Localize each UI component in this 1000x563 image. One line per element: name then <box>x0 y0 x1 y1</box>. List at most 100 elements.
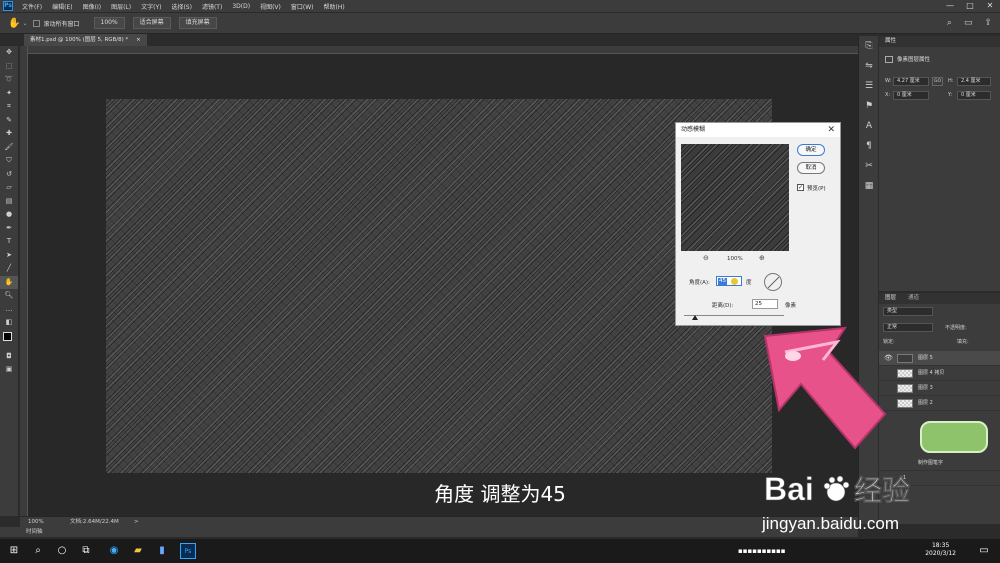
eraser-tool-icon[interactable]: ▱ <box>0 181 18 195</box>
layer-filter-select[interactable]: 类型 <box>883 307 933 316</box>
menu-type[interactable]: 文字(Y) <box>136 2 166 11</box>
menu-3d[interactable]: 3D(D) <box>227 3 255 10</box>
zoom-100-button[interactable]: 100% <box>93 17 125 29</box>
y-position-field[interactable]: 0 厘米 <box>957 91 991 100</box>
notifications-icon[interactable]: ▭ <box>976 543 992 559</box>
dialog-close-icon[interactable]: ✕ <box>827 124 835 136</box>
layer-row[interactable]: 👁︎ 图层 5 <box>879 351 1000 366</box>
dodge-tool-icon[interactable]: ● <box>0 208 18 222</box>
x-position-field[interactable]: 0 厘米 <box>893 91 929 100</box>
fit-screen-button[interactable]: 适合屏幕 <box>132 17 171 29</box>
tab-channels[interactable]: 通道 <box>908 293 919 304</box>
status-menu-arrow-icon[interactable]: > <box>134 517 139 527</box>
link-dimensions-icon[interactable]: GO <box>932 77 943 86</box>
menu-select[interactable]: 选择(S) <box>166 2 197 11</box>
start-button-icon[interactable]: ⊞ <box>6 543 22 559</box>
marquee-tool-icon[interactable]: ⬚ <box>0 60 18 74</box>
menu-image[interactable]: 图像(I) <box>78 2 106 11</box>
search-icon[interactable]: ⌕ <box>947 18 952 29</box>
document-canvas[interactable] <box>106 99 772 473</box>
healing-brush-tool-icon[interactable]: ✚ <box>0 127 18 141</box>
shape-tool-icon[interactable]: ╱ <box>0 262 18 276</box>
layer-row[interactable]: 图层 4 拷贝 <box>879 366 1000 381</box>
distance-input[interactable]: 25 <box>752 299 778 309</box>
close-tab-icon[interactable]: × <box>136 37 141 43</box>
cancel-button[interactable]: 取消 <box>797 162 825 174</box>
fill-screen-button[interactable]: 填充屏幕 <box>178 17 217 29</box>
layer-row[interactable]: 图层 2 <box>879 396 1000 411</box>
crop-tool-icon[interactable]: ⌗ <box>0 100 18 114</box>
eyedropper-tool-icon[interactable]: ✎ <box>0 114 18 128</box>
height-field[interactable]: 2.4 厘米 <box>957 77 991 86</box>
green-badge-icon <box>920 421 988 453</box>
tools-preset-icon[interactable]: ✂ <box>859 156 879 176</box>
type-tool-icon[interactable]: T <box>0 235 18 249</box>
timeline-tab[interactable]: 时间轴 <box>0 527 858 537</box>
distance-slider-track[interactable] <box>684 315 784 316</box>
pen-tool-icon[interactable]: ✒ <box>0 222 18 236</box>
magic-wand-tool-icon[interactable]: ✦ <box>0 87 18 101</box>
paths-icon[interactable]: ⚑ <box>859 96 879 116</box>
history-panel-icon[interactable]: ⎘ <box>859 36 879 56</box>
minimize-button[interactable]: — <box>940 0 960 12</box>
adjustments-icon[interactable]: ⇋ <box>859 56 879 76</box>
foreground-color-swatch[interactable] <box>3 331 12 341</box>
preview-checkbox[interactable]: ✓ <box>797 184 804 191</box>
close-window-button[interactable]: ✕ <box>980 0 1000 12</box>
share-icon[interactable]: ⇪ <box>984 18 992 29</box>
menu-help[interactable]: 帮助(H) <box>319 2 350 11</box>
zoom-in-icon[interactable]: ⊕ <box>759 254 765 262</box>
move-tool-icon[interactable]: ✥ <box>0 46 18 60</box>
maximize-button[interactable]: □ <box>960 0 980 12</box>
libraries-icon[interactable]: ▦ <box>859 176 879 196</box>
color-swatches[interactable] <box>0 330 18 350</box>
scroll-all-checkbox[interactable] <box>33 19 41 27</box>
tab-layers[interactable]: 图层 <box>885 293 896 304</box>
cortana-icon[interactable]: ○ <box>54 543 70 559</box>
tray-icons[interactable]: ▪▪▪▪▪▪▪▪▪▪ <box>738 543 785 559</box>
path-selection-tool-icon[interactable]: ➤ <box>0 249 18 263</box>
styles-icon[interactable]: ☰ <box>859 76 879 96</box>
distance-slider-handle[interactable] <box>692 315 698 320</box>
lasso-tool-icon[interactable]: ➰ <box>0 73 18 87</box>
angle-input[interactable]: 45 <box>716 276 742 286</box>
menu-edit[interactable]: 编辑(E) <box>47 2 77 11</box>
clone-stamp-tool-icon[interactable]: ⛉ <box>0 154 18 168</box>
taskbar-search-icon[interactable]: ⌕ <box>30 543 46 559</box>
more-tools-icon[interactable]: … <box>0 303 18 317</box>
menu-layer[interactable]: 图层(L) <box>106 2 136 11</box>
task-view-icon[interactable]: ⧉ <box>78 543 94 559</box>
history-brush-tool-icon[interactable]: ↺ <box>0 168 18 182</box>
browser-icon[interactable]: ◉ <box>106 543 122 559</box>
workspace-icon[interactable]: ▭ <box>964 18 973 29</box>
hand-tool-icon[interactable]: ✋ <box>8 18 20 29</box>
menu-filter[interactable]: 滤镜(T) <box>197 2 227 11</box>
brush-tool-icon[interactable]: 🖌 <box>0 141 18 155</box>
ok-button[interactable]: 确定 <box>797 144 825 156</box>
zoom-out-icon[interactable]: ⊖ <box>703 254 709 262</box>
zoom-readout[interactable]: 100% <box>28 517 44 527</box>
paragraph-panel-icon[interactable]: ¶ <box>859 136 879 156</box>
screen-mode-icon[interactable]: ▣ <box>0 363 18 377</box>
gradient-tool-icon[interactable]: ▤ <box>0 195 18 209</box>
menu-view[interactable]: 视图(V) <box>255 2 286 11</box>
menu-file[interactable]: 文件(F) <box>17 2 47 11</box>
document-tab[interactable]: 素材1.psd @ 100% (图层 5, RGB/8) * × <box>24 34 147 46</box>
app-icon[interactable]: ▮ <box>154 543 170 559</box>
quick-mask-icon[interactable]: ◘ <box>0 350 18 364</box>
angle-dial[interactable] <box>764 273 782 291</box>
default-colors-icon[interactable]: ◧ <box>0 316 18 330</box>
blend-mode-select[interactable]: 正常 <box>883 323 933 332</box>
properties-tab[interactable]: 属性 <box>879 36 1000 47</box>
file-explorer-icon[interactable]: ▰ <box>130 543 146 559</box>
hand-tool-icon[interactable]: ✋ <box>0 275 18 289</box>
character-panel-icon[interactable]: A <box>859 116 879 136</box>
menu-window[interactable]: 窗口(W) <box>286 2 319 11</box>
photoshop-taskbar-icon[interactable]: Ps <box>180 543 196 559</box>
layer-row[interactable]: 图层 3 <box>879 381 1000 396</box>
zoom-tool-icon[interactable]: 🔍︎ <box>0 289 18 303</box>
taskbar-clock[interactable]: 18:35 2020/3/12 <box>925 542 956 558</box>
tool-preset-dropdown-icon[interactable]: ⌄ <box>22 20 27 27</box>
width-field[interactable]: 4.27 厘米 <box>893 77 929 86</box>
blur-preview[interactable] <box>681 144 789 251</box>
